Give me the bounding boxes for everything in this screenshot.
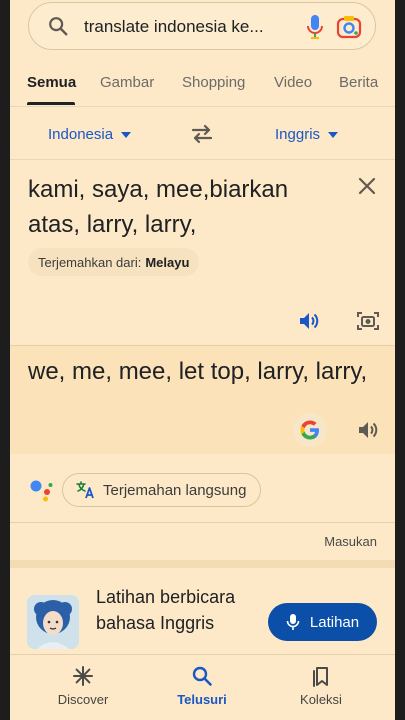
nav-discover[interactable]: Discover xyxy=(28,655,138,720)
tab-shopping[interactable]: Shopping xyxy=(182,74,245,91)
target-language-select[interactable]: Inggris xyxy=(275,126,339,143)
source-speaker-icon[interactable] xyxy=(297,309,321,333)
nav-koleksi-label: Koleksi xyxy=(300,692,342,707)
source-language-select[interactable]: Indonesia xyxy=(48,126,132,143)
caret-down-icon xyxy=(328,132,339,139)
google-g-icon xyxy=(300,420,319,440)
target-language-label: Inggris xyxy=(275,126,321,143)
nav-koleksi[interactable]: Koleksi xyxy=(266,655,376,720)
voice-search-icon[interactable] xyxy=(305,14,325,40)
detected-language: Melayu xyxy=(145,254,190,270)
nav-discover-label: Discover xyxy=(57,692,109,707)
search-query[interactable]: translate indonesia ke... xyxy=(84,17,264,37)
live-translate-chip[interactable]: Terjemahan langsung xyxy=(62,473,262,507)
search-bar[interactable]: translate indonesia ke... xyxy=(28,2,376,50)
google-icon-button[interactable] xyxy=(293,413,327,447)
tab-gambar[interactable]: Gambar xyxy=(100,74,154,91)
google-assistant-icon xyxy=(30,480,53,502)
translate-icon xyxy=(76,481,94,499)
nav-telusuri[interactable]: Telusuri xyxy=(147,655,257,720)
source-language-label: Indonesia xyxy=(48,126,114,143)
search-tabs: Semua Gambar Shopping Video Berita xyxy=(10,62,395,107)
source-text[interactable]: kami, saya, mee,biarkan atas, larry, lar… xyxy=(28,172,318,242)
translation-output: we, me, mee, let top, larry, larry, xyxy=(28,358,368,385)
right-edge xyxy=(395,0,405,720)
tab-semua[interactable]: Semua xyxy=(27,74,76,91)
left-edge xyxy=(0,0,10,720)
feedback-link[interactable]: Masukan xyxy=(324,534,377,549)
language-selector-row: Indonesia Inggris xyxy=(10,108,395,160)
tab-berita[interactable]: Berita xyxy=(339,74,378,91)
tab-video[interactable]: Video xyxy=(274,74,312,91)
active-tab-indicator xyxy=(27,102,75,105)
camera-translate-icon[interactable] xyxy=(356,309,380,333)
detected-prefix: Terjemahkan dari: xyxy=(38,254,142,270)
divider xyxy=(10,522,395,523)
app-frame: translate indonesia ke... Semua Gambar S… xyxy=(10,0,395,720)
clear-text-icon[interactable] xyxy=(357,176,377,196)
practice-button[interactable]: Latihan xyxy=(268,603,377,641)
avatar-illustration xyxy=(27,595,79,649)
search-icon xyxy=(49,17,68,36)
section-separator xyxy=(10,560,395,568)
output-speaker-icon[interactable] xyxy=(356,418,380,442)
asterisk-icon xyxy=(73,666,93,686)
caret-down-icon xyxy=(121,132,132,139)
live-translate-label: Terjemahan langsung xyxy=(103,481,247,499)
search-icon xyxy=(192,666,212,686)
bottom-navigation: Discover Telusuri Koleksi xyxy=(10,654,395,720)
mic-icon xyxy=(286,614,300,630)
practice-button-label: Latihan xyxy=(309,613,360,631)
detected-language-chip[interactable]: Terjemahkan dari: Melayu xyxy=(28,248,200,276)
practice-title: Latihan berbicara bahasa Inggris xyxy=(96,587,236,633)
swap-languages-icon[interactable] xyxy=(190,124,214,144)
bookmarks-icon xyxy=(313,667,328,687)
google-lens-icon[interactable] xyxy=(336,14,362,40)
practice-avatar xyxy=(27,595,79,649)
nav-telusuri-label: Telusuri xyxy=(177,692,227,707)
